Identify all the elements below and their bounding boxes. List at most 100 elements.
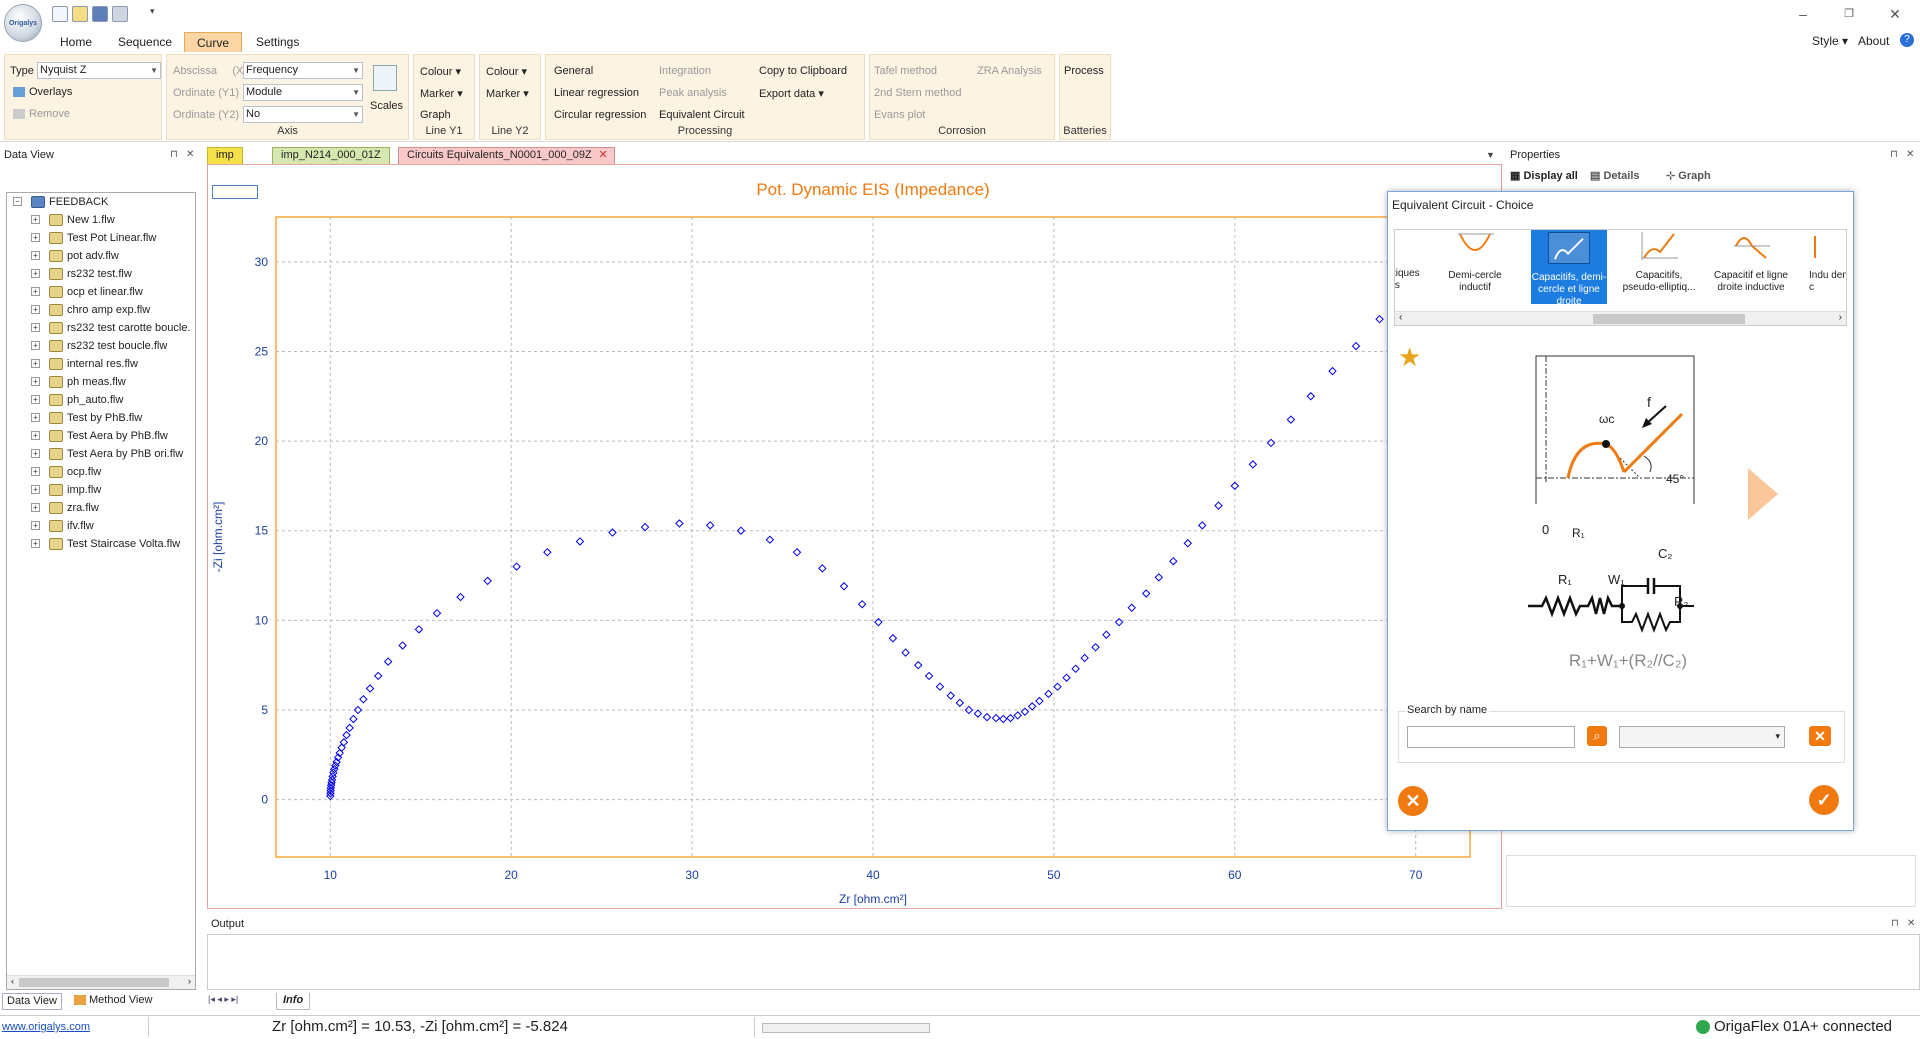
expand-icon[interactable]: + [31, 395, 40, 404]
expand-icon[interactable]: + [31, 467, 40, 476]
expand-icon[interactable]: + [31, 287, 40, 296]
linear-regression-button[interactable]: Linear regression [554, 87, 639, 99]
tree-file-item[interactable]: + rs232 test.flw [31, 265, 132, 283]
scales-button[interactable]: Scales [370, 100, 403, 112]
tree-file-item[interactable]: + ph meas.flw [31, 373, 126, 391]
remove-button[interactable]: Remove [13, 108, 70, 120]
tree-file-item[interactable]: + Test Aera by PhB ori.flw [31, 445, 183, 463]
expand-icon[interactable]: + [31, 413, 40, 422]
expand-icon[interactable]: + [31, 539, 40, 548]
copy-clipboard-button[interactable]: Copy to Clipboard [759, 65, 847, 77]
open-folder-icon[interactable] [72, 6, 88, 22]
tree-file-item[interactable]: + New 1.flw [31, 211, 115, 229]
tab-sequence[interactable]: Sequence [106, 32, 184, 52]
expand-icon[interactable]: + [31, 233, 40, 242]
details-button[interactable]: ▤ Details [1590, 169, 1640, 182]
style-menu[interactable]: Style ▾ [1812, 34, 1848, 48]
doc-tab-imp[interactable]: imp [207, 147, 243, 164]
close-icon[interactable]: ✕ [186, 146, 194, 164]
expand-icon[interactable]: + [31, 251, 40, 260]
expand-icon[interactable]: + [31, 377, 40, 386]
website-link[interactable]: www.origalys.com [2, 1021, 90, 1033]
tree-file-item[interactable]: + Test Aera by PhB.flw [31, 427, 168, 445]
nyquist-chart[interactable]: 10 20 30 40 50 60 70 0 5 10 15 20 25 30 Pot. Dynamic E… [208, 165, 1501, 908]
stern-button[interactable]: 2nd Stern method [874, 87, 961, 99]
close-button[interactable]: ✕ [1880, 4, 1910, 24]
expand-icon[interactable]: + [31, 359, 40, 368]
tree-file-item[interactable]: + zra.flw [31, 499, 99, 517]
pin-icon[interactable]: ⊓ [170, 146, 178, 164]
tab-home[interactable]: Home [48, 32, 104, 52]
tree-file-item[interactable]: + pot adv.flw [31, 247, 119, 265]
tab-info[interactable]: Info [276, 993, 311, 1010]
doc-tab-circuits[interactable]: Circuits Equivalents_N0001_000_09Z ✕ [398, 147, 615, 164]
tree-file-item[interactable]: + imp.flw [31, 481, 101, 499]
next-arrow-icon[interactable] [1748, 468, 1778, 520]
line-y2-colour[interactable]: Colour ▾ [486, 65, 527, 78]
print-icon[interactable] [112, 6, 128, 22]
scales-icon[interactable] [373, 65, 397, 91]
expand-icon[interactable]: + [31, 503, 40, 512]
process-button[interactable]: Process [1064, 65, 1104, 77]
circular-regression-button[interactable]: Circular regression [554, 109, 646, 121]
about-link[interactable]: About [1858, 34, 1889, 48]
pin-icon[interactable]: ⊓ [1890, 146, 1898, 164]
choice-5[interactable]: Indu demi-c [1809, 230, 1846, 294]
choice-0[interactable]: tiques 's [1395, 230, 1423, 292]
filter-select[interactable]: ▾ [1619, 726, 1785, 748]
tree-file-item[interactable]: + rs232 test boucle.flw [31, 337, 167, 355]
tree-file-item[interactable]: + chro amp exp.flw [31, 301, 150, 319]
tree-file-item[interactable]: + rs232 test carotte boucle. [31, 319, 191, 337]
search-input[interactable] [1407, 726, 1575, 748]
close-tab-icon[interactable]: ✕ [598, 148, 607, 163]
display-all-button[interactable]: ▦ Display all [1510, 169, 1578, 182]
zra-button[interactable]: ZRA Analysis [977, 65, 1042, 77]
tree-file-item[interactable]: + ifv.flw [31, 517, 94, 535]
clear-search-icon[interactable]: ✕ [1809, 726, 1831, 746]
expand-icon[interactable]: + [31, 449, 40, 458]
new-file-icon[interactable] [52, 6, 68, 22]
export-data-button[interactable]: Export data ▾ [759, 87, 824, 100]
graph-button[interactable]: ⊹ Graph [1666, 169, 1711, 182]
chart-area[interactable]: 10 20 30 40 50 60 70 0 5 10 15 20 25 30 Pot. Dynamic E… [207, 164, 1502, 909]
expand-icon[interactable]: + [31, 521, 40, 530]
tab-settings[interactable]: Settings [244, 32, 311, 52]
peak-analysis-button[interactable]: Peak analysis [659, 87, 727, 99]
tree-file-item[interactable]: + Test Staircase Volta.flw [31, 535, 180, 553]
expand-icon[interactable]: + [31, 341, 40, 350]
choice-capacitifs-demi-cercle[interactable]: Capacitifs, demi-cercle et ligne droite [1531, 230, 1607, 307]
tree-file-item[interactable]: + internal res.flw [31, 355, 138, 373]
tree-hscrollbar[interactable]: ‹ › [7, 975, 195, 989]
favorite-star-icon[interactable]: ★ [1398, 344, 1421, 370]
type-select[interactable]: Nyquist Z ▼ [37, 62, 161, 79]
tab-method-view[interactable]: Method View [70, 993, 156, 1010]
tree-file-item[interactable]: + Test Pot Linear.flw [31, 229, 156, 247]
minimize-button[interactable]: – [1788, 4, 1818, 24]
expand-icon[interactable]: + [31, 431, 40, 440]
choice-demi-cercle-inductif[interactable]: Demi-cercle inductif [1437, 230, 1513, 294]
ordinate-y2-select[interactable]: No ▼ [243, 106, 363, 123]
restore-button[interactable]: ❐ [1834, 4, 1864, 24]
expand-icon[interactable]: + [31, 215, 40, 224]
line-y1-colour[interactable]: Colour ▾ [420, 65, 461, 78]
line-y2-marker[interactable]: Marker ▾ [486, 87, 529, 100]
evans-button[interactable]: Evans plot [874, 109, 925, 121]
tree-file-item[interactable]: + ocp.flw [31, 463, 101, 481]
doc-tab-imp-n214[interactable]: imp_N214_000_01Z [272, 147, 390, 164]
tree-file-item[interactable]: + Test by PhB.flw [31, 409, 142, 427]
confirm-dialog-icon[interactable]: ✓ [1809, 785, 1839, 815]
tafel-button[interactable]: Tafel method [874, 65, 937, 77]
app-logo[interactable]: Origalys [4, 4, 42, 42]
tab-data-view[interactable]: Data View [2, 993, 62, 1010]
save-icon[interactable] [92, 6, 108, 22]
tabs-dropdown-icon[interactable]: ▼ [1486, 150, 1495, 160]
choice-pseudo-elliptique[interactable]: Capacitifs, pseudo-elliptiq... [1617, 230, 1701, 294]
expand-icon[interactable]: + [31, 323, 40, 332]
tree-file-item[interactable]: + ph_auto.flw [31, 391, 123, 409]
expand-icon[interactable]: + [31, 269, 40, 278]
integration-button[interactable]: Integration [659, 65, 711, 77]
equivalent-circuit-button[interactable]: Equivalent Circuit [659, 109, 745, 121]
output-nav-icons[interactable]: |◂ ◂ ▸ ▸| [208, 994, 238, 1005]
expand-icon[interactable]: + [31, 485, 40, 494]
qat-dropdown-icon[interactable]: ▾ [150, 6, 155, 17]
